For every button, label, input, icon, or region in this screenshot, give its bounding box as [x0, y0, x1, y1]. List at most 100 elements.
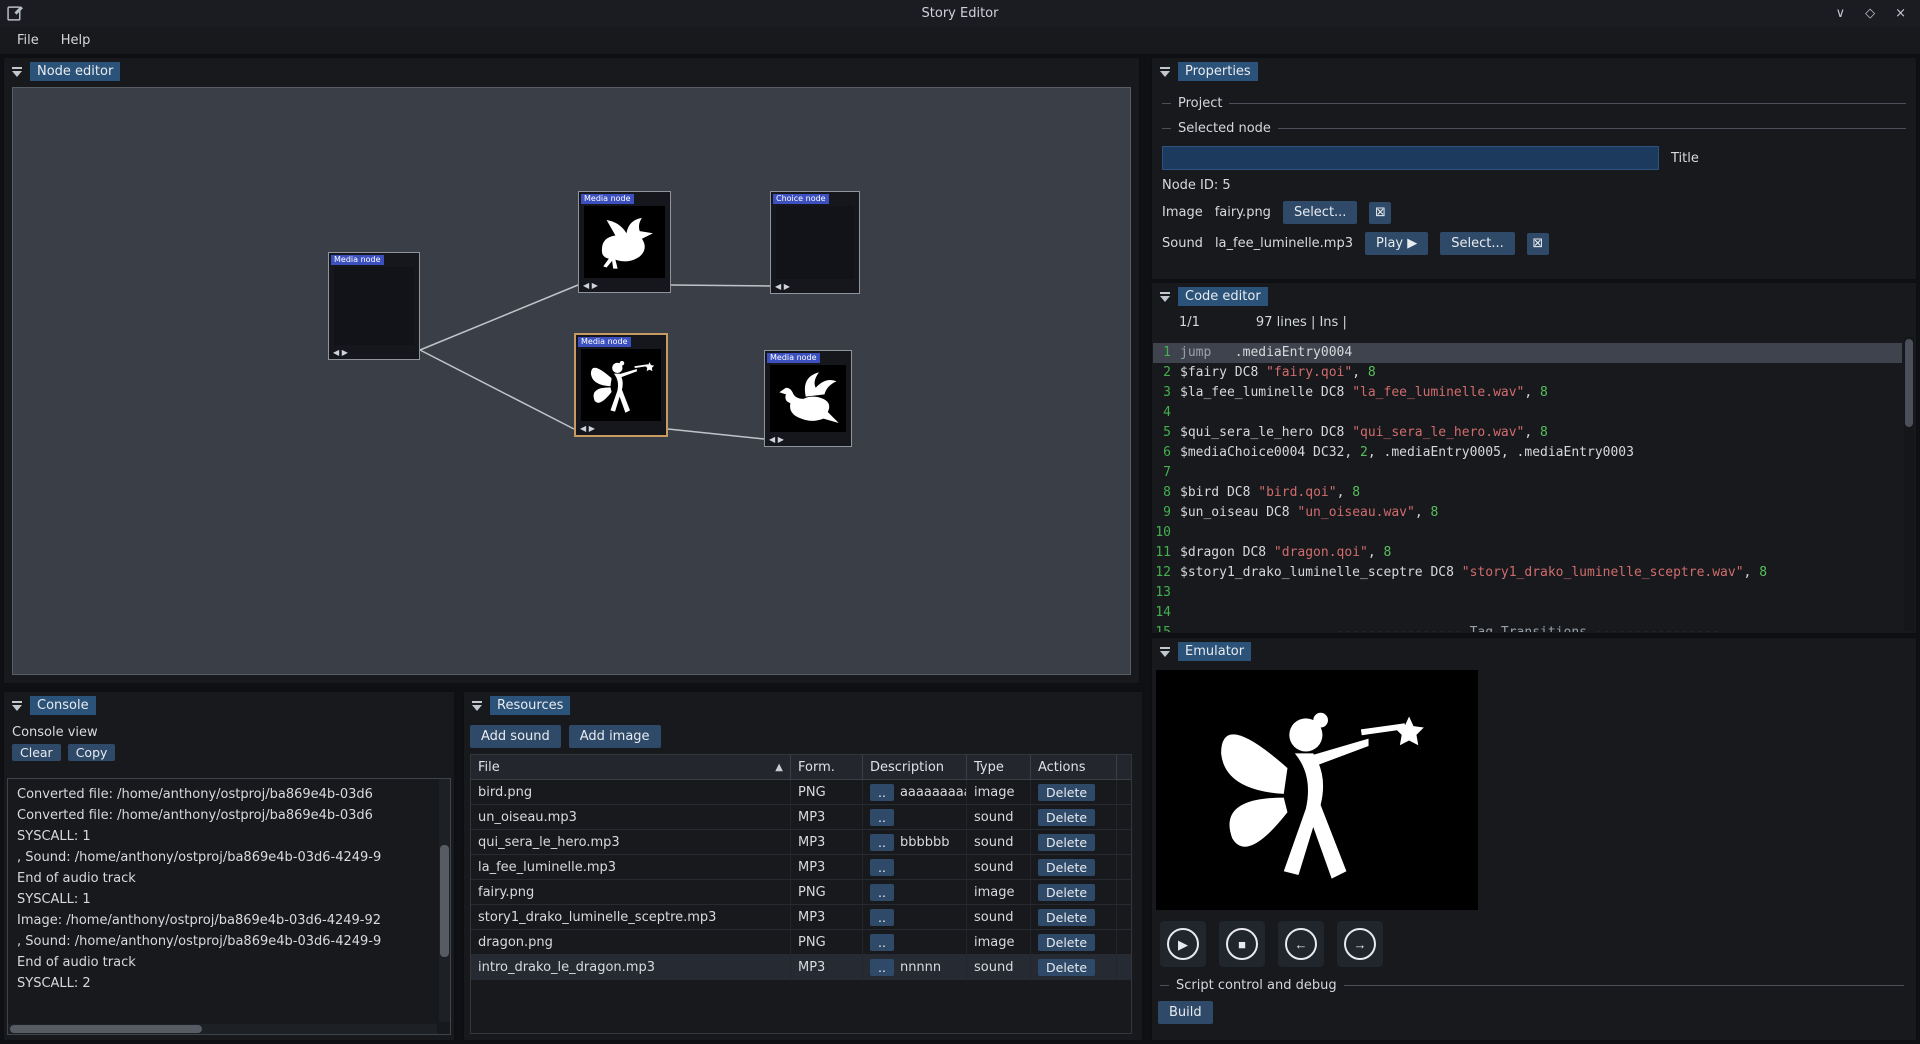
code-token: , .mediaEntry0005, .mediaEntry0003 [1368, 443, 1634, 463]
play-button[interactable]: ▶ [1160, 921, 1206, 967]
console-log[interactable]: Converted file: /home/anthony/ostproj/ba… [7, 778, 451, 1035]
node-choice[interactable]: Choice node ◀ ▶ [770, 191, 860, 294]
node-nav-icons[interactable]: ◀ ▶ [580, 424, 595, 433]
code-token: "qui_sera_le_hero.wav" [1352, 423, 1524, 443]
node-title-input[interactable] [1162, 146, 1659, 170]
copy-console-button[interactable]: Copy [68, 744, 116, 761]
select-image-button[interactable]: Select... [1283, 201, 1358, 224]
code-lines[interactable]: 1jump .mediaEntry00042$fairy DC8 "fairy.… [1153, 337, 1902, 632]
stop-button[interactable]: ■ [1219, 921, 1265, 967]
edit-description-button[interactable]: .. [870, 884, 894, 901]
collapse-icon[interactable] [1159, 646, 1171, 657]
edit-description-button[interactable]: .. [870, 784, 894, 801]
column-header-type[interactable]: Type [967, 755, 1031, 779]
resource-row[interactable]: intro_drako_le_dragon.mp3MP3..nnnnnsound… [471, 955, 1131, 980]
code-line[interactable]: 11$dragon DC8 "dragon.qoi", 8 [1153, 543, 1902, 563]
maximize-window-icon[interactable]: ◇ [1865, 6, 1875, 21]
resource-row[interactable]: fairy.pngPNG..imageDelete [471, 880, 1131, 905]
node-graph-canvas[interactable]: Media node ◀ ▶ Media node ◀ ▶ Choice nod… [12, 87, 1131, 675]
edit-description-button[interactable]: .. [870, 909, 894, 926]
code-line[interactable]: 1jump .mediaEntry0004 [1153, 343, 1902, 363]
menu-file[interactable]: File [6, 29, 50, 52]
clear-image-button[interactable]: ⊠ [1369, 202, 1391, 224]
delete-resource-button[interactable]: Delete [1038, 809, 1095, 826]
build-button[interactable]: Build [1158, 1001, 1213, 1024]
edit-description-button[interactable]: .. [870, 859, 894, 876]
code-line[interactable]: 3$la_fee_luminelle DC8 "la_fee_luminelle… [1153, 383, 1902, 403]
collapse-icon[interactable] [1159, 291, 1171, 302]
shade-window-icon[interactable]: ∨ [1836, 6, 1846, 21]
code-line[interactable]: 2$fairy DC8 "fairy.qoi", 8 [1153, 363, 1902, 383]
properties-title: Properties [1178, 62, 1258, 81]
clear-console-button[interactable]: Clear [12, 744, 61, 761]
resource-row[interactable]: story1_drako_luminelle_sceptre.mp3MP3..s… [471, 905, 1131, 930]
resource-description: nnnnn [900, 960, 941, 975]
delete-resource-button[interactable]: Delete [1038, 909, 1095, 926]
resource-row[interactable]: bird.pngPNG..aaaaaaaaaimageDelete [471, 780, 1131, 805]
code-line[interactable]: 5$qui_sera_le_hero DC8 "qui_sera_le_hero… [1153, 423, 1902, 443]
code-line[interactable]: 7 [1153, 463, 1902, 483]
step-forward-button[interactable]: → [1337, 921, 1383, 967]
column-header-description[interactable]: Description [863, 755, 967, 779]
edit-description-button[interactable]: .. [870, 834, 894, 851]
code-line[interactable]: 9$un_oiseau DC8 "un_oiseau.wav", 8 [1153, 503, 1902, 523]
step-back-button[interactable]: ← [1278, 921, 1324, 967]
edit-description-button[interactable]: .. [870, 934, 894, 951]
delete-resource-button[interactable]: Delete [1038, 959, 1095, 976]
column-header-file[interactable]: File ▲ [471, 755, 791, 779]
node-media-dragon[interactable]: Media node ◀ ▶ [764, 350, 852, 447]
console-vscrollbar[interactable] [439, 779, 450, 1022]
resource-row[interactable]: la_fee_luminelle.mp3MP3..soundDelete [471, 855, 1131, 880]
node-nav-icons[interactable]: ◀ ▶ [333, 348, 348, 357]
collapse-icon[interactable] [11, 66, 23, 77]
column-header-format[interactable]: Form. [791, 755, 863, 779]
edit-description-button[interactable]: .. [870, 809, 894, 826]
script-control-section-label: Script control and debug [1160, 978, 1904, 993]
clear-sound-button[interactable]: ⊠ [1527, 233, 1549, 255]
code-line[interactable]: 12$story1_drako_luminelle_sceptre DC8 "s… [1153, 563, 1902, 583]
collapse-icon[interactable] [471, 700, 483, 711]
code-token: , [1352, 363, 1368, 383]
select-sound-button[interactable]: Select... [1440, 232, 1515, 255]
column-header-actions[interactable]: Actions [1031, 755, 1117, 779]
add-image-button[interactable]: Add image [569, 725, 661, 748]
delete-resource-button[interactable]: Delete [1038, 884, 1095, 901]
code-line[interactable]: 10 [1153, 523, 1902, 543]
menu-help[interactable]: Help [50, 29, 102, 52]
properties-panel: Properties Project Selected node Title N… [1151, 57, 1917, 280]
close-window-icon[interactable]: × [1895, 6, 1906, 21]
delete-resource-button[interactable]: Delete [1038, 784, 1095, 801]
node-nav-icons[interactable]: ◀ ▶ [775, 282, 790, 291]
collapse-icon[interactable] [1159, 66, 1171, 77]
resource-row[interactable]: dragon.pngPNG..imageDelete [471, 930, 1131, 955]
row-spacer [1117, 930, 1131, 954]
edit-description-button[interactable]: .. [870, 959, 894, 976]
code-line[interactable]: 15 ---------------- Tag Transitions ----… [1153, 623, 1902, 632]
code-line[interactable]: 8$bird DC8 "bird.qoi", 8 [1153, 483, 1902, 503]
code-scrollbar-thumb[interactable] [1905, 339, 1913, 427]
node-media-bird[interactable]: Media node ◀ ▶ [578, 191, 671, 293]
node-media-fairy[interactable]: Media node ◀ ▶ [574, 333, 668, 437]
play-sound-button[interactable]: Play ▶ [1365, 232, 1428, 255]
code-scrollbar[interactable] [1904, 337, 1914, 631]
resource-row[interactable]: qui_sera_le_hero.mp3MP3..bbbbbbsoundDele… [471, 830, 1131, 855]
node-nav-icons[interactable]: ◀ ▶ [769, 435, 784, 444]
code-line[interactable]: 6$mediaChoice0004 DC32, 2, .mediaEntry00… [1153, 443, 1902, 463]
delete-resource-button[interactable]: Delete [1038, 934, 1095, 951]
code-line[interactable]: 14 [1153, 603, 1902, 623]
console-line: Converted file: /home/anthony/ostproj/ba… [17, 784, 441, 805]
console-hscrollbar-thumb[interactable] [10, 1025, 202, 1033]
code-line[interactable]: 4 [1153, 403, 1902, 423]
delete-resource-button[interactable]: Delete [1038, 859, 1095, 876]
console-hscrollbar[interactable] [8, 1024, 437, 1034]
code-line[interactable]: 13 [1153, 583, 1902, 603]
console-vscrollbar-thumb[interactable] [440, 845, 449, 957]
node-thumbnail-empty [776, 206, 854, 279]
collapse-icon[interactable] [11, 700, 23, 711]
add-sound-button[interactable]: Add sound [470, 725, 561, 748]
delete-resource-button[interactable]: Delete [1038, 834, 1095, 851]
resource-row[interactable]: un_oiseau.mp3MP3..soundDelete [471, 805, 1131, 830]
node-nav-icons[interactable]: ◀ ▶ [583, 281, 598, 290]
dragon-thumbnail [770, 365, 846, 432]
node-media-start[interactable]: Media node ◀ ▶ [328, 252, 420, 360]
